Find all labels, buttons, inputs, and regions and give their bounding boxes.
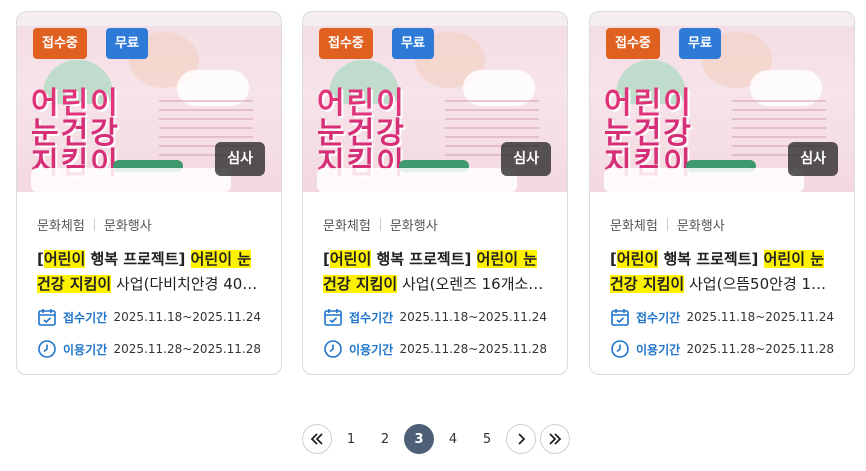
title-highlight: 어린이 — [616, 250, 659, 268]
title-text: 사업(오렌즈 16개소… — [397, 275, 544, 293]
poster-footer-box — [31, 168, 231, 192]
use-period-value: 2025.11.28~2025.11.28 — [686, 342, 834, 356]
apply-period-label: 접수기간 — [349, 310, 394, 325]
poster-footer-box — [604, 168, 804, 192]
poster-header-strip — [303, 12, 567, 26]
use-period-label: 이용기간 — [636, 342, 681, 357]
last-page-button[interactable] — [540, 424, 570, 454]
title-highlight: 건강 지킴이 — [323, 275, 398, 293]
program-card[interactable]: 어린이 눈건강 지킴이 접수중 무료 심사 문화체험 문화행사 [어린이 행복 … — [302, 11, 568, 375]
double-chevron-right-icon — [549, 433, 562, 445]
category-divider — [666, 217, 668, 231]
title-text: 사업(다비치안경 40… — [111, 275, 258, 293]
pagination: 1 2 3 4 5 — [302, 424, 572, 456]
program-card-list: 어린이 눈건강 지킴이 접수중 무료 심사 문화체험 문화행사 [어린이 행복 … — [16, 11, 856, 375]
status-badge: 접수중 — [319, 28, 373, 59]
card-body: 문화체험 문화행사 [어린이 행복 프로젝트] 어린이 눈 건강 지킴이 사업(… — [590, 192, 854, 360]
card-thumbnail[interactable]: 어린이 눈건강 지킴이 접수중 무료 심사 — [17, 12, 281, 192]
title-text: [ — [610, 250, 617, 268]
apply-period: 접수기간 2025.11.18~2025.11.24 — [37, 306, 261, 328]
use-period-value: 2025.11.28~2025.11.28 — [113, 342, 261, 356]
category-list: 문화체험 문화행사 — [610, 214, 834, 234]
title-highlight: 어린이 눈 — [476, 250, 538, 268]
category-list: 문화체험 문화행사 — [37, 214, 261, 234]
review-badge: 심사 — [788, 142, 838, 176]
first-page-button[interactable] — [302, 424, 332, 454]
apply-period: 접수기간 2025.11.18~2025.11.24 — [323, 306, 547, 328]
category-tag: 문화행사 — [676, 218, 725, 234]
use-period: 이용기간 2025.11.28~2025.11.28 — [37, 338, 261, 360]
clock-icon — [38, 340, 56, 358]
poster-footer-box — [317, 168, 517, 192]
category-tag: 문화체험 — [37, 218, 85, 234]
page-button[interactable]: 5 — [472, 424, 502, 454]
calendar-icon — [38, 309, 56, 326]
page-button-current[interactable]: 3 — [404, 424, 434, 454]
apply-period-label: 접수기간 — [636, 310, 681, 325]
use-period: 이용기간 2025.11.28~2025.11.28 — [610, 338, 834, 360]
apply-period-value: 2025.11.18~2025.11.24 — [113, 310, 261, 324]
title-text: 사업(으뜸50안경 1… — [684, 275, 827, 293]
use-period-label: 이용기간 — [349, 342, 394, 357]
calendar-icon — [611, 309, 629, 326]
page-button[interactable]: 1 — [336, 424, 366, 454]
title-highlight: 어린이 눈 — [190, 250, 252, 268]
apply-period: 접수기간 2025.11.18~2025.11.24 — [610, 306, 834, 328]
card-title[interactable]: [어린이 행복 프로젝트] 어린이 눈 건강 지킴이 사업(오렌즈 16개소… — [323, 247, 547, 297]
status-badge: 접수중 — [33, 28, 87, 59]
category-tag: 문화행사 — [389, 218, 438, 234]
clock-icon — [611, 340, 629, 358]
category-list: 문화체험 문화행사 — [323, 214, 547, 234]
price-badge: 무료 — [106, 28, 148, 59]
apply-period-label: 접수기간 — [63, 310, 108, 325]
apply-period-value: 2025.11.18~2025.11.24 — [399, 310, 547, 324]
title-highlight: 어린이 눈 — [763, 250, 825, 268]
use-period-value: 2025.11.28~2025.11.28 — [399, 342, 547, 356]
title-text: [ — [37, 250, 44, 268]
card-body: 문화체험 문화행사 [어린이 행복 프로젝트] 어린이 눈 건강 지킴이 사업(… — [303, 192, 567, 360]
category-tag: 문화체험 — [610, 218, 658, 234]
next-page-button[interactable] — [506, 424, 536, 454]
category-divider — [93, 217, 95, 231]
price-badge: 무료 — [679, 28, 721, 59]
program-card[interactable]: 어린이 눈건강 지킴이 접수중 무료 심사 문화체험 문화행사 [어린이 행복 … — [16, 11, 282, 375]
page-button[interactable]: 2 — [370, 424, 400, 454]
double-chevron-left-icon — [310, 433, 323, 445]
title-text: 행복 프로젝트] — [658, 250, 764, 268]
price-badge: 무료 — [392, 28, 434, 59]
chevron-right-icon — [518, 433, 526, 445]
apply-period-value: 2025.11.18~2025.11.24 — [686, 310, 834, 324]
poster-header-strip — [17, 12, 281, 26]
category-divider — [379, 217, 381, 231]
clock-icon — [324, 340, 342, 358]
review-badge: 심사 — [501, 142, 551, 176]
review-badge: 심사 — [215, 142, 265, 176]
title-text: 행복 프로젝트] — [371, 250, 477, 268]
card-body: 문화체험 문화행사 [어린이 행복 프로젝트] 어린이 눈 건강 지킴이 사업(… — [17, 192, 281, 360]
title-highlight: 어린이 — [329, 250, 372, 268]
status-badge: 접수중 — [606, 28, 660, 59]
use-period: 이용기간 2025.11.28~2025.11.28 — [323, 338, 547, 360]
title-text: [ — [323, 250, 330, 268]
card-thumbnail[interactable]: 어린이 눈건강 지킴이 접수중 무료 심사 — [303, 12, 567, 192]
card-title[interactable]: [어린이 행복 프로젝트] 어린이 눈 건강 지킴이 사업(으뜸50안경 1… — [610, 247, 834, 297]
title-highlight: 건강 지킴이 — [610, 275, 685, 293]
program-card[interactable]: 어린이 눈건강 지킴이 접수중 무료 심사 문화체험 문화행사 [어린이 행복 … — [589, 11, 855, 375]
category-tag: 문화체험 — [323, 218, 371, 234]
title-text: 행복 프로젝트] — [85, 250, 191, 268]
title-highlight: 건강 지킴이 — [37, 275, 112, 293]
title-highlight: 어린이 — [43, 250, 86, 268]
poster-header-strip — [590, 12, 854, 26]
use-period-label: 이용기간 — [63, 342, 108, 357]
page-button[interactable]: 4 — [438, 424, 468, 454]
card-title[interactable]: [어린이 행복 프로젝트] 어린이 눈 건강 지킴이 사업(다비치안경 40… — [37, 247, 261, 297]
category-tag: 문화행사 — [103, 218, 152, 234]
card-thumbnail[interactable]: 어린이 눈건강 지킴이 접수중 무료 심사 — [590, 12, 854, 192]
calendar-icon — [324, 309, 342, 326]
